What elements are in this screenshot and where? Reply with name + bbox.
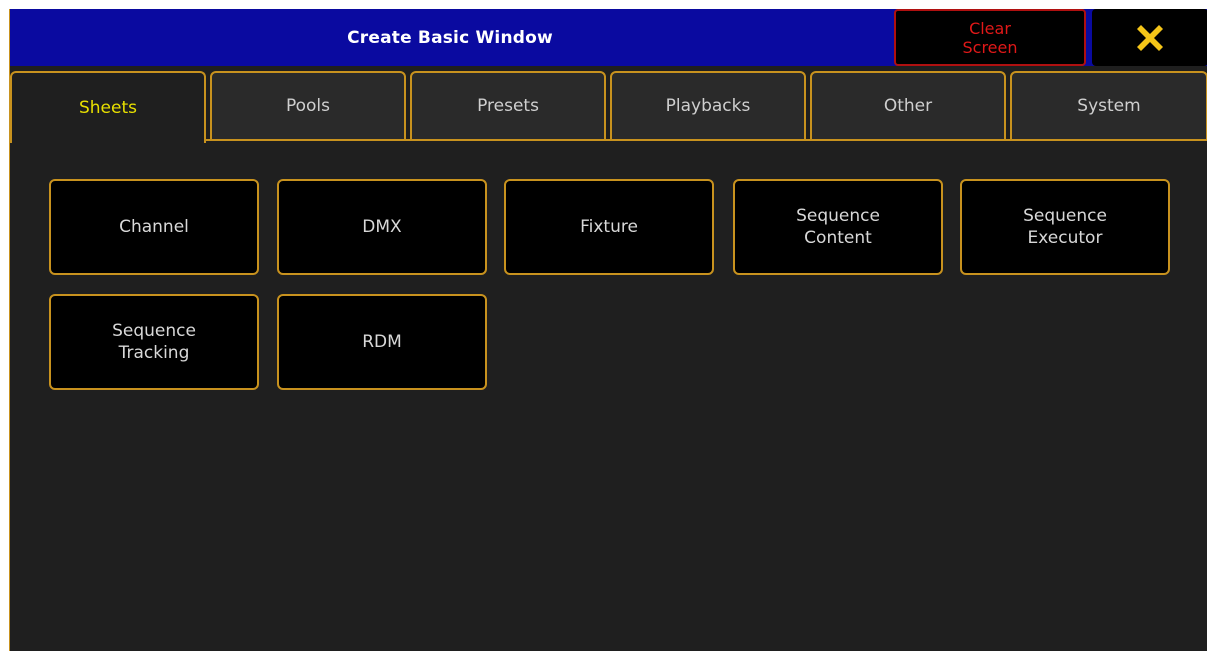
tab-sheets[interactable]: Sheets: [10, 71, 206, 143]
sheet-button-sequence-executor[interactable]: Sequence Executor: [960, 179, 1170, 275]
tab-divider: [206, 139, 1207, 141]
tab-label: Pools: [285, 96, 331, 116]
tab-system[interactable]: System: [1010, 71, 1207, 141]
sheet-button-label: RDM: [362, 332, 402, 352]
window-title: Create Basic Window: [347, 27, 553, 48]
close-button[interactable]: [1092, 9, 1207, 66]
sheet-button-label: Sequence Tracking: [112, 321, 196, 363]
sheet-button-rdm[interactable]: RDM: [277, 294, 487, 390]
sheet-button-dmx[interactable]: DMX: [277, 179, 487, 275]
tab-pools[interactable]: Pools: [210, 71, 406, 141]
tab-label: Other: [883, 96, 933, 116]
clear-screen-button[interactable]: Clear Screen: [894, 9, 1086, 66]
tab-bar: Sheets Pools Presets Playbacks Other Sys…: [10, 71, 1207, 143]
sheet-button-label: Sequence Content: [796, 206, 880, 248]
tab-presets[interactable]: Presets: [410, 71, 606, 141]
tab-label: Presets: [477, 96, 539, 116]
sheet-button-label: DMX: [362, 217, 402, 237]
sheet-button-fixture[interactable]: Fixture: [504, 179, 714, 275]
tab-playbacks[interactable]: Playbacks: [610, 71, 806, 141]
sheet-button-label: Fixture: [580, 217, 638, 237]
screen: Create Basic Window Clear Screen Sheets …: [0, 0, 1207, 651]
sheet-button-sequence-tracking[interactable]: Sequence Tracking: [49, 294, 259, 390]
tab-label: Sheets: [78, 98, 137, 118]
sheet-button-channel[interactable]: Channel: [49, 179, 259, 275]
tab-label: Playbacks: [665, 96, 751, 116]
clear-screen-label: Clear Screen: [962, 18, 1018, 57]
sheet-button-sequence-content[interactable]: Sequence Content: [733, 179, 943, 275]
tab-other[interactable]: Other: [810, 71, 1006, 141]
title-bar: Create Basic Window: [10, 9, 890, 66]
tab-label: System: [1077, 96, 1141, 116]
sheet-button-label: Sequence Executor: [1023, 206, 1107, 248]
sheet-button-label: Channel: [119, 217, 189, 237]
close-x-icon: [1137, 24, 1163, 51]
create-basic-window: Create Basic Window Clear Screen Sheets …: [9, 9, 1207, 651]
